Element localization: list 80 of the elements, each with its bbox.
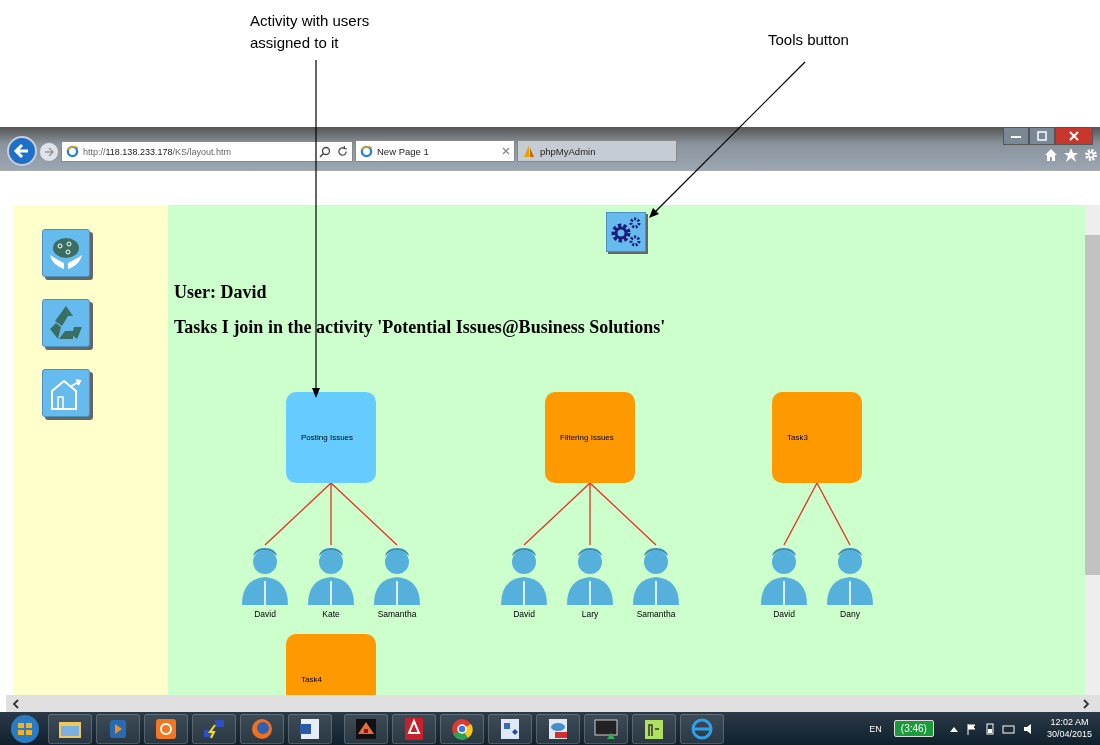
task-node[interactable]: Filtering Issues [545, 392, 635, 483]
home-icon[interactable] [1044, 148, 1058, 162]
task-node[interactable]: Task3 [772, 392, 862, 483]
tree-hands-icon[interactable] [41, 229, 90, 277]
app-icon[interactable] [488, 713, 532, 744]
annotation-text: Tools button [768, 30, 849, 50]
star-icon[interactable] [1064, 148, 1078, 162]
flag-icon[interactable] [965, 722, 978, 735]
user-icon [759, 545, 809, 605]
back-button[interactable] [7, 136, 37, 166]
vertical-scrollbar[interactable] [1085, 205, 1100, 695]
refresh-icon[interactable] [337, 145, 348, 157]
minimize-icon [1011, 133, 1021, 139]
task-node[interactable]: Task4 [286, 634, 376, 695]
address-bar[interactable]: http://118.138.233.178/KS/layout.htm [61, 141, 353, 162]
settings-icon[interactable] [1084, 148, 1098, 162]
network-icon[interactable] [1001, 722, 1015, 735]
clock[interactable]: 12:02 AM 30/04/2015 [1046, 716, 1100, 741]
browser-icon [66, 145, 79, 158]
user-icon [825, 545, 875, 605]
folder-icon[interactable] [48, 713, 92, 744]
minimize-button[interactable] [1003, 127, 1029, 145]
address-text: http://118.138.233.178/KS/layout.htm [83, 146, 231, 157]
task-name: Posting Issues [301, 433, 354, 442]
recycle-icon[interactable] [41, 299, 90, 347]
user-name: Dany [839, 609, 861, 619]
user-name: David [512, 609, 536, 619]
user-icon [372, 545, 422, 605]
user-name: David [253, 609, 277, 619]
connector-line [816, 482, 851, 546]
task-name: Task3 [787, 433, 808, 442]
user-name: David [772, 609, 796, 619]
tools-button[interactable] [606, 212, 646, 252]
play-icon[interactable] [96, 713, 140, 744]
forward-button[interactable] [39, 142, 59, 162]
tab-title: New Page 1 [377, 145, 429, 157]
network-icon[interactable] [192, 713, 236, 744]
browser-icon [360, 144, 373, 158]
sail-icon [522, 144, 536, 158]
user-icon [306, 545, 356, 605]
browser-icon[interactable] [680, 713, 724, 744]
search-icon[interactable] [319, 145, 331, 158]
user-icon [499, 545, 549, 605]
browser-tab[interactable]: phpMyAdmin [517, 140, 677, 162]
connector-line [783, 482, 818, 546]
maximize-button[interactable] [1029, 127, 1055, 145]
app-icon[interactable] [392, 713, 436, 744]
caret-icon[interactable] [949, 725, 958, 732]
user-name: Samantha [376, 609, 418, 619]
battery-indicator[interactable]: (3:46) [893, 720, 934, 737]
user-icon [631, 545, 681, 605]
task-name: Filtering Issues [560, 433, 614, 442]
annotation-text: Activity with users assigned to it [250, 11, 370, 53]
browser-icon[interactable] [440, 713, 484, 744]
user-icon [240, 545, 290, 605]
close-button[interactable] [1055, 127, 1093, 145]
user-icon [565, 545, 615, 605]
user-name: Lary [580, 609, 600, 619]
browser-icon[interactable] [240, 713, 284, 744]
speaker-icon[interactable] [1022, 722, 1033, 735]
app-icon[interactable] [144, 713, 188, 744]
user-name: Kate [321, 609, 341, 619]
browser-tab[interactable]: New Page 1 [355, 140, 515, 162]
task-node[interactable]: Posting Issues [286, 392, 376, 483]
forward-arrow-icon [43, 146, 55, 158]
pdf-icon[interactable] [536, 713, 580, 744]
close-icon[interactable] [502, 147, 510, 155]
terminal-icon[interactable] [584, 713, 628, 744]
app-icon[interactable] [344, 713, 388, 744]
app-icon[interactable] [632, 713, 676, 744]
language-indicator[interactable]: EN [869, 723, 882, 734]
user-label: User: David [174, 282, 267, 303]
close-icon [1069, 131, 1079, 141]
tab-title: phpMyAdmin [540, 145, 596, 157]
horizontal-scrollbar[interactable] [6, 695, 1100, 712]
document-icon[interactable] [288, 713, 332, 744]
task-name: Task4 [301, 675, 322, 684]
user-name: Samantha [635, 609, 677, 619]
maximize-icon [1037, 131, 1047, 141]
battery-icon[interactable] [985, 722, 994, 735]
